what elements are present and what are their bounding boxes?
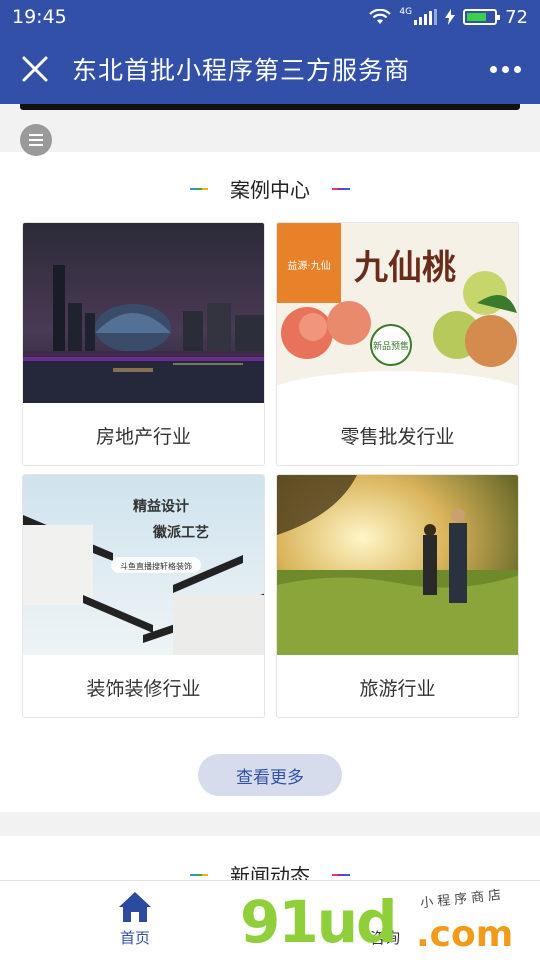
case-tile-real-estate[interactable]: 房地产行业 bbox=[22, 222, 265, 466]
signal-icon bbox=[414, 9, 438, 25]
title-decoration-left bbox=[190, 187, 208, 190]
wifi-icon bbox=[369, 9, 392, 24]
status-bar: 19:45 4G 72 bbox=[0, 0, 540, 34]
more-dots-icon bbox=[489, 65, 497, 73]
cases-title: 案例中心 bbox=[230, 178, 310, 202]
case-tile-decoration[interactable]: 精益设计 徽派工艺 斗鱼直播搜轩格装饰 装饰装修行业 bbox=[22, 474, 265, 718]
title-decoration-right bbox=[332, 187, 350, 190]
page-title: 东北首批小程序第三方服务商 bbox=[72, 56, 411, 85]
case-tile-retail[interactable]: 益源·九仙 九仙桃 新品预售 零售批发行业 bbox=[276, 222, 519, 466]
poster-title: 九仙桃 bbox=[354, 248, 456, 288]
city-night-skyline-image bbox=[23, 223, 264, 403]
peach-promo-image: 益源·九仙 九仙桃 新品预售 bbox=[277, 223, 518, 403]
nav-bar: 东北首批小程序第三方服务商 bbox=[0, 34, 540, 104]
cases-heading: 案例中心 bbox=[0, 174, 540, 203]
watermark-tagline: 小程序商店 bbox=[419, 887, 506, 912]
tab-home-label: 首页 bbox=[119, 929, 150, 947]
poster-line1: 精益设计 bbox=[133, 498, 189, 515]
more-menu-button[interactable] bbox=[470, 65, 540, 73]
hui-style-architecture-image: 精益设计 徽派工艺 斗鱼直播搜轩格装饰 bbox=[23, 475, 264, 655]
title-decoration-right bbox=[332, 873, 350, 876]
poster-brand: 益源·九仙 bbox=[287, 259, 330, 272]
status-time: 19:45 bbox=[12, 6, 67, 28]
watermark: 91ud .com 小程序商店 bbox=[240, 884, 540, 960]
case-tile-tourism[interactable]: 旅游行业 bbox=[276, 474, 519, 718]
hikers-in-field-image bbox=[277, 475, 518, 655]
case-label: 装饰装修行业 bbox=[86, 677, 201, 700]
watermark-main: 91ud bbox=[240, 888, 398, 956]
close-button[interactable] bbox=[0, 34, 70, 104]
home-icon bbox=[119, 892, 151, 922]
list-icon bbox=[29, 134, 43, 136]
case-label: 旅游行业 bbox=[359, 677, 436, 700]
poster-sub: 斗鱼直播搜轩格装饰 bbox=[120, 561, 192, 571]
watermark-suffix: .com bbox=[416, 914, 514, 955]
status-icons: 4G 72 bbox=[369, 7, 528, 28]
charging-icon bbox=[445, 9, 456, 25]
case-label: 零售批发行业 bbox=[340, 425, 455, 448]
poster-badge: 新品预售 bbox=[373, 340, 409, 352]
view-more-button[interactable]: 查看更多 bbox=[198, 754, 342, 796]
case-label: 房地产行业 bbox=[95, 425, 191, 448]
title-decoration-left bbox=[190, 873, 208, 876]
floating-menu-button[interactable] bbox=[20, 124, 52, 156]
battery-icon bbox=[463, 9, 501, 25]
network-label: 4G bbox=[399, 6, 413, 17]
tab-home[interactable]: 首页 bbox=[100, 891, 170, 948]
poster-line2: 徽派工艺 bbox=[152, 524, 209, 541]
battery-percent: 72 bbox=[505, 6, 528, 28]
banner-edge bbox=[20, 104, 520, 110]
close-icon bbox=[22, 56, 48, 82]
